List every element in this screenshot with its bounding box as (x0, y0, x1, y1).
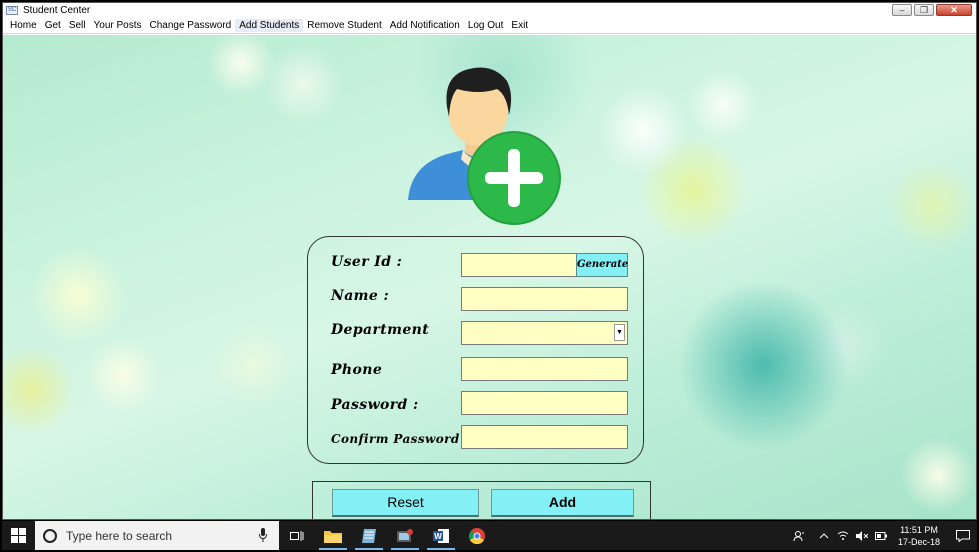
user-id-label: User Id : (331, 254, 403, 270)
user-id-field[interactable] (461, 253, 577, 277)
action-panel: Reset Add (312, 481, 651, 519)
window-controls: – ❐ ✕ (892, 4, 972, 16)
chevron-up-icon[interactable] (815, 521, 833, 550)
task-view-icon[interactable] (279, 521, 315, 550)
close-button[interactable]: ✕ (936, 4, 972, 16)
menu-change-password[interactable]: Change Password (146, 19, 236, 32)
name-label: Name : (331, 288, 390, 304)
menu-add-students[interactable]: Add Students (235, 19, 304, 32)
app-icon: SC (6, 6, 18, 15)
system-tray: 11:51 PM 17-Dec-18 (790, 521, 977, 550)
confirm-password-field[interactable] (461, 425, 628, 449)
reset-button[interactable]: Reset (332, 489, 479, 517)
menu-remove-student[interactable]: Remove Student (303, 19, 386, 32)
wifi-icon[interactable] (834, 521, 852, 550)
app-icon[interactable] (387, 521, 423, 550)
phone-field[interactable] (461, 357, 628, 381)
notification-icon[interactable] (949, 521, 977, 550)
name-field[interactable] (461, 287, 628, 311)
department-select[interactable]: ▼ (461, 321, 628, 345)
generate-button[interactable]: Generate (576, 253, 628, 277)
student-form: User Id : Generate Name : Department ▼ P… (307, 236, 644, 464)
restore-button[interactable]: ❐ (914, 4, 934, 16)
menu-sell[interactable]: Sell (65, 19, 90, 32)
menu-exit[interactable]: Exit (507, 19, 532, 32)
app-window: SC Student Center – ❐ ✕ Home Get Sell Yo… (2, 2, 977, 520)
search-icon (43, 528, 57, 543)
minimize-button[interactable]: – (892, 4, 912, 16)
menu-get[interactable]: Get (41, 19, 65, 32)
phone-label: Phone (331, 362, 383, 378)
add-button[interactable]: Add (491, 489, 634, 517)
taskbar-search[interactable]: Type here to search (35, 521, 279, 550)
windows-start-icon[interactable] (2, 521, 35, 550)
word-icon[interactable]: W (423, 521, 459, 550)
microphone-icon[interactable] (259, 528, 267, 542)
svg-text:W: W (434, 532, 442, 541)
clock-time: 11:51 PM (900, 524, 938, 535)
taskbar: Type here to search W 11:51 PM 17-Dec-18 (2, 521, 977, 550)
file-explorer-icon[interactable] (315, 521, 351, 550)
content-area: User Id : Generate Name : Department ▼ P… (3, 35, 976, 519)
menu-your-posts[interactable]: Your Posts (90, 19, 146, 32)
password-field[interactable] (461, 391, 628, 415)
battery-icon[interactable] (872, 521, 890, 550)
add-user-icon (408, 67, 561, 225)
people-icon[interactable] (790, 521, 808, 550)
notepad-icon[interactable] (351, 521, 387, 550)
window-title: Student Center (23, 5, 91, 16)
taskbar-clock[interactable]: 11:51 PM 17-Dec-18 (895, 524, 943, 548)
title-bar[interactable]: SC Student Center – ❐ ✕ (3, 3, 976, 18)
chevron-down-icon[interactable]: ▼ (614, 324, 625, 341)
search-placeholder: Type here to search (66, 528, 173, 543)
speaker-mute-icon[interactable] (853, 521, 871, 550)
department-label: Department (331, 322, 430, 338)
password-label: Password : (331, 397, 419, 413)
menu-add-notification[interactable]: Add Notification (386, 19, 464, 32)
menu-home[interactable]: Home (6, 19, 41, 32)
menu-bar: Home Get Sell Your Posts Change Password… (3, 18, 976, 34)
confirm-password-label: Confirm Password : (331, 432, 470, 446)
clock-date: 17-Dec-18 (897, 536, 941, 547)
chrome-icon[interactable] (459, 521, 495, 550)
menu-log-out[interactable]: Log Out (464, 19, 508, 32)
